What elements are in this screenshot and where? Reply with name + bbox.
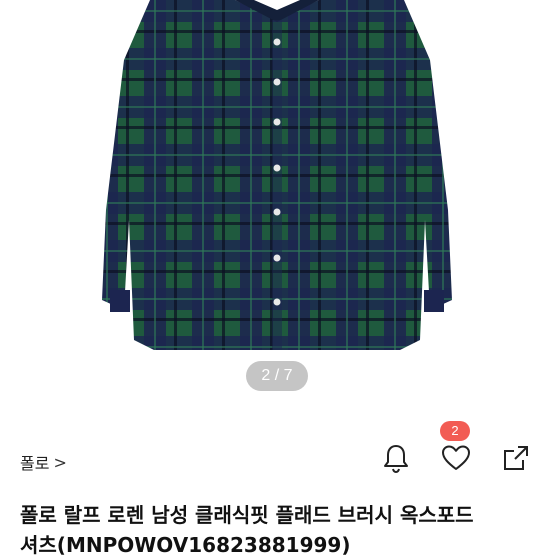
notification-button[interactable] [378, 440, 414, 476]
brand-name: 폴로 [20, 454, 50, 473]
image-page-indicator: 2 / 7 [246, 361, 308, 391]
product-title-line2: 셔츠(MNPOWOV16823881999) [20, 533, 351, 557]
bell-icon [384, 445, 408, 474]
product-title-line1: 폴로 랄프 로렌 남성 클래식핏 플래드 브러시 옥스포드 [20, 503, 474, 527]
action-bar [378, 436, 538, 480]
share-icon [504, 446, 528, 470]
shirt-image [102, 0, 452, 350]
like-button[interactable] [438, 440, 474, 476]
brand-link[interactable]: 폴로 > [20, 450, 67, 474]
heart-icon [442, 445, 470, 470]
product-image[interactable]: 2 / 7 [0, 0, 554, 410]
product-title: 폴로 랄프 로렌 남성 클래식핏 플래드 브러시 옥스포드 셔츠(MNPOWOV… [20, 500, 540, 560]
share-button[interactable] [498, 440, 534, 476]
chevron-right-icon: > [53, 452, 67, 472]
